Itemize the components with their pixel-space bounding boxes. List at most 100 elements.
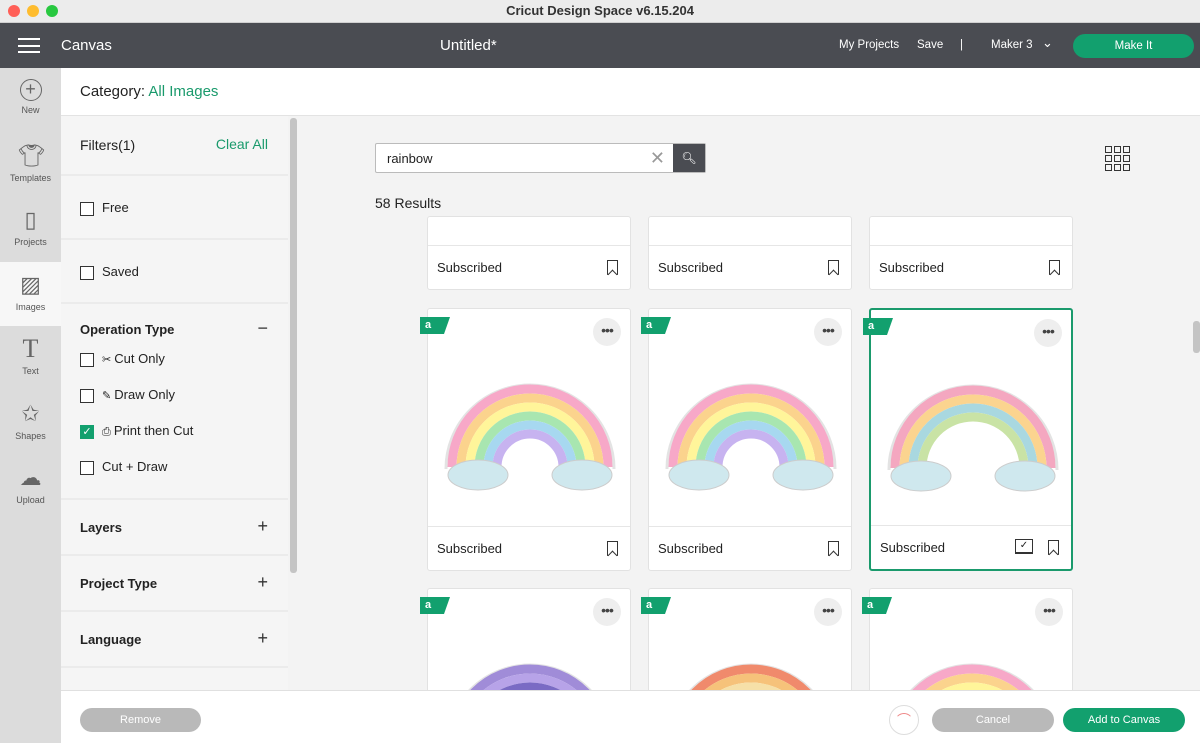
more-options-button[interactable]: •••	[593, 318, 621, 346]
image-card[interactable]: a •••	[862, 588, 1073, 690]
window-title: Cricut Design Space v6.15.204	[506, 3, 694, 18]
bookmark-icon[interactable]	[607, 260, 618, 275]
checkbox[interactable]	[80, 460, 94, 475]
subscription-badge: a	[641, 317, 671, 334]
rainbow-image	[665, 383, 837, 491]
checkbox-checked[interactable]: ✓	[80, 424, 94, 439]
clear-all-link[interactable]: Clear All	[216, 136, 268, 152]
filter-label: Cut Only	[114, 351, 165, 366]
checkbox[interactable]	[80, 201, 94, 216]
remove-button[interactable]: Remove	[80, 708, 201, 732]
grid-view-icon[interactable]	[1105, 146, 1130, 171]
make-it-button[interactable]: Make It	[1073, 34, 1194, 58]
rail-upload[interactable]: ☁ Upload	[0, 455, 61, 519]
results-scrollbar[interactable]	[1193, 321, 1200, 353]
document-title[interactable]: Untitled*	[440, 37, 497, 54]
operation-type-header[interactable]: Operation Type	[61, 322, 288, 337]
collapse-icon[interactable]: −	[257, 318, 268, 339]
minimize-window-button[interactable]	[27, 5, 39, 17]
expand-icon[interactable]: +	[257, 628, 268, 649]
save-link[interactable]: Save	[917, 39, 943, 51]
bookmark-icon[interactable]	[607, 541, 618, 556]
language-header[interactable]: Language	[61, 632, 288, 647]
search-input[interactable]: rainbow ✕ 🔍︎	[375, 143, 706, 173]
rail-new[interactable]: + New	[0, 68, 61, 132]
checkbox[interactable]	[80, 352, 94, 367]
expand-icon[interactable]: +	[257, 516, 268, 537]
rail-label: Projects	[14, 237, 47, 247]
cancel-button[interactable]: Cancel	[932, 708, 1054, 732]
scissors-icon: ✂	[102, 354, 115, 366]
filter-label: Print then Cut	[113, 423, 194, 438]
filter-draw-only[interactable]: ✎ Draw Only	[61, 377, 288, 413]
rail-shapes[interactable]: ✩ Shapes	[0, 391, 61, 455]
checkbox[interactable]	[80, 388, 94, 403]
image-card[interactable]: a ••• Subscribed	[420, 308, 631, 571]
rail-projects[interactable]: ▯ Projects	[0, 197, 61, 261]
close-window-button[interactable]	[8, 5, 20, 17]
clear-search-icon[interactable]: ✕	[650, 148, 665, 169]
more-options-button[interactable]: •••	[814, 318, 842, 346]
text-icon: T	[22, 334, 39, 363]
more-options-button[interactable]: •••	[1034, 319, 1062, 347]
project-type-header[interactable]: Project Type	[61, 576, 288, 591]
pen-icon: ✎	[102, 390, 115, 402]
chevron-down-icon[interactable]: ⌄	[1042, 35, 1053, 51]
machine-select[interactable]: Maker 3	[991, 39, 1033, 51]
bookmark-icon[interactable]	[1048, 540, 1059, 555]
more-options-button[interactable]: •••	[1035, 598, 1063, 626]
my-projects-link[interactable]: My Projects	[839, 39, 899, 51]
category-value[interactable]: All Images	[148, 83, 218, 100]
image-card[interactable]: Subscribed	[869, 216, 1073, 290]
top-nav: Canvas Untitled* My Projects Save | Make…	[0, 23, 1200, 68]
filter-print-then-cut[interactable]: ✓ ⎙ Print then Cut	[61, 413, 288, 449]
filter-free[interactable]: Free	[61, 190, 288, 226]
image-card[interactable]: Subscribed	[427, 216, 631, 290]
bookmark-icon[interactable]	[828, 260, 839, 275]
more-options-button[interactable]: •••	[814, 598, 842, 626]
search-button[interactable]: 🔍︎	[673, 144, 705, 172]
card-status: Subscribed	[880, 540, 946, 555]
image-card[interactable]: a •••	[420, 588, 631, 690]
card-footer: Subscribed	[649, 526, 851, 570]
rail-templates[interactable]: 👕︎ Templates	[0, 133, 61, 197]
nav-section: Canvas	[61, 37, 112, 54]
image-card[interactable]: a •••	[641, 588, 852, 690]
card-footer: Subscribed	[870, 245, 1072, 289]
bookmark-icon[interactable]	[828, 541, 839, 556]
rail-text[interactable]: T Text	[0, 326, 61, 390]
rainbow-image	[468, 663, 592, 690]
category-label: Category:	[80, 83, 146, 100]
image-card[interactable]: a ••• Subscribed	[641, 308, 852, 571]
rainbow-image	[444, 383, 616, 491]
add-to-canvas-button[interactable]: Add to Canvas	[1063, 708, 1185, 732]
image-card[interactable]: a ••• Subscribed ✓	[863, 308, 1073, 571]
upload-cloud-icon: ☁	[19, 465, 42, 490]
notebook-icon: ▯	[24, 207, 37, 232]
category-bar: Category: All Images	[61, 68, 1200, 116]
rail-images[interactable]: ▨ Images	[0, 262, 61, 326]
card-footer: Subscribed	[428, 245, 630, 289]
image-icon: ▨	[20, 272, 41, 297]
left-rail: + New 👕︎ Templates ▯ Projects ▨ Images T Text…	[0, 68, 61, 743]
filter-cut-draw[interactable]: Cut + Draw	[61, 449, 288, 485]
rail-label: Text	[22, 366, 39, 376]
bookmark-icon[interactable]	[1049, 260, 1060, 275]
subscription-badge: a	[420, 597, 450, 614]
filter-scrollbar[interactable]	[290, 118, 297, 573]
checkbox[interactable]	[80, 265, 94, 280]
expand-icon[interactable]: +	[257, 572, 268, 593]
filter-saved[interactable]: Saved	[61, 254, 288, 290]
rainbow-image	[689, 663, 813, 690]
maximize-window-button[interactable]	[46, 5, 58, 17]
rainbow-image	[887, 384, 1059, 492]
shapes-icon: ✩	[21, 401, 40, 426]
image-card[interactable]: Subscribed	[648, 216, 852, 290]
added-to-canvas-icon[interactable]: ✓	[1015, 539, 1033, 554]
more-options-button[interactable]: •••	[593, 598, 621, 626]
footer-bar: Remove ⌒ Cancel Add to Canvas	[61, 690, 1200, 743]
layers-header[interactable]: Layers	[61, 520, 288, 535]
filter-cut-only[interactable]: ✂ Cut Only	[61, 341, 288, 377]
filter-label: Draw Only	[114, 387, 175, 402]
menu-icon[interactable]	[18, 38, 40, 53]
